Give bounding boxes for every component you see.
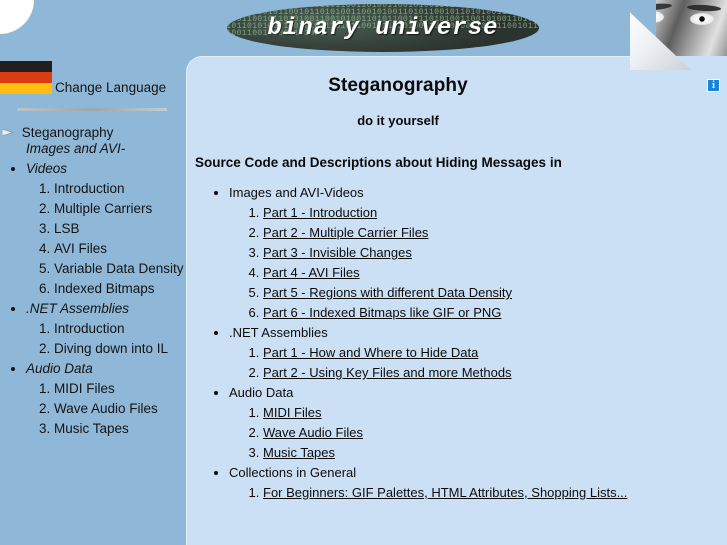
content-list-item[interactable]: Part 5 - Regions with different Data Den… <box>263 283 727 303</box>
content-list-item[interactable]: MIDI Files <box>263 403 727 423</box>
sidebar-subitem-link[interactable]: Music Tapes <box>54 421 129 436</box>
flag-band-black <box>0 61 52 72</box>
sidebar-sublist: Introduction Multiple Carriers LSB AVI File… <box>26 179 186 299</box>
content-list-item[interactable]: Part 4 - AVI Files <box>263 263 727 283</box>
sidebar-group: Images and AVI-Videos Introduction Multipl… <box>26 139 186 299</box>
sidebar-sublist: MIDI Files Wave Audio Files Music Tapes <box>26 379 186 439</box>
sidebar-outline-list: Images and AVI-Videos Introduction Multipl… <box>0 139 186 439</box>
content-list-item[interactable]: For Beginners: GIF Palettes, HTML Attrib… <box>263 483 727 503</box>
content-group: Collections in General For Beginners: GIF… <box>229 463 727 503</box>
sidebar-subitem[interactable]: LSB <box>54 219 186 239</box>
content-list-item[interactable]: Part 2 - Multiple Carrier Files <box>263 223 727 243</box>
sidebar-item-steganography[interactable]: Steganography <box>2 124 113 140</box>
page-root: Steganography do it yourself Source Code… <box>0 0 727 545</box>
logo-text: binary universe <box>267 14 499 42</box>
sidebar-group: .NET Assemblies Introduction Diving down i… <box>26 299 186 359</box>
sidebar-subitem-link[interactable]: Variable Data Density <box>54 261 184 276</box>
sidebar-subitem-link[interactable]: Wave Audio Files <box>54 401 158 416</box>
page-lead-text: Source Code and Descriptions about Hidin… <box>195 155 562 170</box>
page-title: Steganography <box>328 75 468 96</box>
content-sublist: Part 1 - How and Where to Hide Data Part … <box>229 343 727 383</box>
sidebar-divider <box>17 108 167 111</box>
content-link[interactable]: For Beginners: GIF Palettes, HTML Attrib… <box>263 485 627 500</box>
sidebar-group-label: .NET Assemblies <box>26 301 130 316</box>
content-group-label: .NET Assemblies <box>229 325 328 340</box>
content-outline-list: Images and AVI-Videos Part 1 - Introducti… <box>187 183 727 503</box>
sidebar-subitem-link[interactable]: Diving down into IL <box>54 341 168 356</box>
german-flag-icon[interactable] <box>0 61 52 94</box>
info-icon-label: i <box>712 79 715 91</box>
sidebar-subitem[interactable]: Music Tapes <box>54 419 186 439</box>
content-group-label: Audio Data <box>229 385 294 400</box>
sidebar-subitem[interactable]: Introduction <box>54 319 186 339</box>
sidebar-subitem[interactable]: Wave Audio Files <box>54 399 186 419</box>
sidebar-subitem[interactable]: Variable Data Density <box>54 259 186 279</box>
sidebar-subitem-link[interactable]: Multiple Carriers <box>54 201 152 216</box>
sidebar-sublist: Introduction Diving down into IL <box>26 319 186 359</box>
flag-band-red <box>0 72 52 83</box>
content-link[interactable]: Part 1 - How and Where to Hide Data <box>263 345 478 360</box>
sidebar-group-label: Images and AVI-Videos <box>26 141 126 176</box>
content-link[interactable]: MIDI Files <box>263 405 322 420</box>
sidebar-group-label: Audio Data <box>26 361 93 376</box>
site-logo[interactable]: 0100101101001110000110110011010011001010… <box>227 4 539 52</box>
content-group: Audio Data MIDI Files Wave Audio Files Musi… <box>229 383 727 463</box>
content-group-label: Images and AVI-Videos <box>229 185 364 200</box>
sidebar-subitem-link[interactable]: Indexed Bitmaps <box>54 281 155 296</box>
content-sublist: For Beginners: GIF Palettes, HTML Attrib… <box>229 483 727 503</box>
sidebar-subitem[interactable]: Introduction <box>54 179 186 199</box>
content-link[interactable]: Part 5 - Regions with different Data Den… <box>263 285 512 300</box>
sidebar-subitem[interactable]: Multiple Carriers <box>54 199 186 219</box>
info-icon[interactable]: i <box>707 79 720 92</box>
content-link[interactable]: Wave Audio Files <box>263 425 363 440</box>
content-list-item[interactable]: Part 6 - Indexed Bitmaps like GIF or PNG <box>263 303 727 323</box>
sidebar-subitem[interactable]: Diving down into IL <box>54 339 186 359</box>
sidebar-item-label: Steganography <box>21 124 114 140</box>
sidebar-subitem[interactable]: AVI Files <box>54 239 186 259</box>
change-language-link[interactable]: Change Language <box>55 80 166 95</box>
sidebar-group: Audio Data MIDI Files Wave Audio Files Musi… <box>26 359 186 439</box>
sidebar-subitem-link[interactable]: MIDI Files <box>54 381 115 396</box>
content-list-item[interactable]: Part 1 - How and Where to Hide Data <box>263 343 727 363</box>
content-group-label: Collections in General <box>229 465 357 480</box>
content-link[interactable]: Part 1 - Introduction <box>263 205 377 220</box>
content-link[interactable]: Part 6 - Indexed Bitmaps like GIF or PNG <box>263 305 501 320</box>
content-list-item[interactable]: Part 1 - Introduction <box>263 203 727 223</box>
main-content-panel: Steganography do it yourself Source Code… <box>186 56 727 545</box>
content-sublist: MIDI Files Wave Audio Files Music Tapes <box>229 403 727 463</box>
face-photo <box>630 0 727 70</box>
content-group: Images and AVI-Videos Part 1 - Introducti… <box>229 183 727 323</box>
content-list-item[interactable]: Music Tapes <box>263 443 727 463</box>
sidebar-subitem-link[interactable]: Introduction <box>54 321 125 336</box>
content-link[interactable]: Part 2 - Multiple Carrier Files <box>263 225 428 240</box>
content-list-item[interactable]: Part 2 - Using Key Files and more Method… <box>263 363 727 383</box>
flag-band-gold <box>0 83 52 94</box>
content-group: .NET Assemblies Part 1 - How and Where to… <box>229 323 727 383</box>
sidebar-subitem[interactable]: MIDI Files <box>54 379 186 399</box>
content-link[interactable]: Music Tapes <box>263 445 335 460</box>
sidebar-subitem[interactable]: Indexed Bitmaps <box>54 279 186 299</box>
sidebar-subitem-link[interactable]: AVI Files <box>54 241 107 256</box>
content-list-item[interactable]: Wave Audio Files <box>263 423 727 443</box>
arrow-right-icon <box>2 128 16 137</box>
content-link[interactable]: Part 4 - AVI Files <box>263 265 360 280</box>
content-link[interactable]: Part 3 - Invisible Changes <box>263 245 412 260</box>
page-subtitle: do it yourself <box>357 113 439 128</box>
sidebar-subitem-link[interactable]: Introduction <box>54 181 125 196</box>
content-list-item[interactable]: Part 3 - Invisible Changes <box>263 243 727 263</box>
sidebar: Change Language Steganography Images and… <box>0 0 186 545</box>
content-link[interactable]: Part 2 - Using Key Files and more Method… <box>263 365 512 380</box>
content-sublist: Part 1 - Introduction Part 2 - Multiple C… <box>229 203 727 323</box>
sidebar-subitem-link[interactable]: LSB <box>54 221 80 236</box>
